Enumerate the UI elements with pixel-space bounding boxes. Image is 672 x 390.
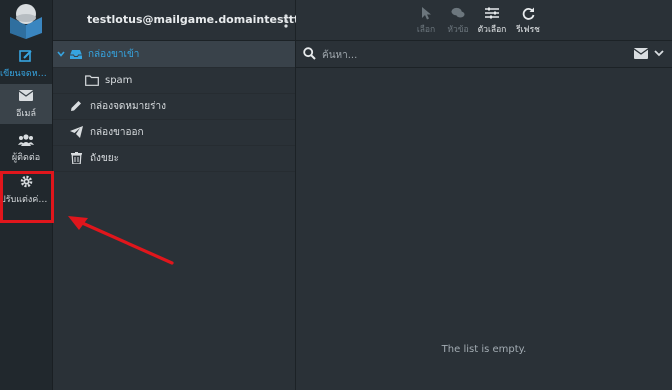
threads-button[interactable]: หัวข้อ — [441, 6, 475, 38]
folder-drafts-label: กล่องจดหมายร่าง — [90, 100, 166, 112]
paper-plane-icon — [69, 126, 83, 138]
folder-sent-label: กล่องขาออก — [90, 126, 144, 138]
list-toolbar: เลือก หัวข้อ ตัวเลือก รีเฟรช — [296, 0, 672, 41]
folder-icon — [85, 74, 99, 86]
chevron-down-icon[interactable] — [57, 51, 65, 57]
folder-trash-label: ถังขยะ — [90, 152, 120, 164]
message-list-pane: เลือก หัวข้อ ตัวเลือก รีเฟรช The list is… — [296, 0, 672, 390]
contacts-icon — [18, 133, 34, 147]
empty-list-message: The list is empty. — [441, 344, 527, 355]
cursor-icon — [419, 6, 433, 20]
compose-button[interactable]: เขียนจดหมาย — [0, 44, 52, 84]
chevron-down-icon[interactable] — [654, 48, 664, 58]
folder-pane: testlotus@mailgame.domaintesttt.net กล่อ… — [53, 0, 324, 390]
folder-spam-label: spam — [105, 74, 133, 86]
arrow-icon — [68, 216, 174, 265]
highlight-box — [0, 171, 54, 223]
options-label: ตัวเลือก — [477, 25, 507, 35]
search-icon[interactable] — [303, 47, 316, 60]
search-bar — [296, 41, 672, 68]
options-button[interactable]: ตัวเลือก — [475, 6, 509, 38]
select-label: เลือก — [416, 25, 436, 35]
kebab-menu-icon[interactable] — [283, 13, 289, 29]
refresh-label: รีเฟรช — [516, 25, 540, 35]
trash-icon — [69, 152, 83, 164]
mail-label: อีเมล์ — [16, 108, 36, 119]
refresh-button[interactable]: รีเฟรช — [511, 6, 545, 38]
search-input[interactable] — [320, 45, 604, 65]
pencil-icon — [69, 100, 83, 112]
folder-drafts[interactable]: กล่องจดหมายร่าง — [53, 93, 295, 120]
envelope-icon[interactable] — [634, 48, 648, 59]
refresh-icon — [521, 6, 535, 20]
folder-trash[interactable]: ถังขยะ — [53, 145, 295, 172]
threads-label: หัวข้อ — [447, 25, 469, 35]
folder-inbox-label: กล่องขาเข้า — [88, 48, 140, 60]
contacts-button[interactable]: ผู้ติดต่อ — [0, 128, 52, 168]
folder-spam[interactable]: spam — [53, 67, 295, 94]
folder-sent[interactable]: กล่องขาออก — [53, 119, 295, 146]
compose-label: เขียนจดหมาย — [0, 68, 52, 79]
select-button[interactable]: เลือก — [409, 6, 443, 38]
inbox-tray-icon — [69, 48, 83, 60]
account-header: testlotus@mailgame.domaintesttt.net — [53, 0, 324, 41]
contacts-label: ผู้ติดต่อ — [11, 152, 41, 163]
envelope-icon — [18, 89, 34, 103]
compose-icon — [18, 49, 34, 63]
chat-bubbles-icon — [451, 6, 465, 20]
mail-button[interactable]: อีเมล์ — [0, 84, 52, 124]
logo-icon[interactable] — [6, 3, 46, 39]
folder-inbox[interactable]: กล่องขาเข้า — [53, 41, 295, 68]
sliders-icon — [485, 6, 499, 20]
